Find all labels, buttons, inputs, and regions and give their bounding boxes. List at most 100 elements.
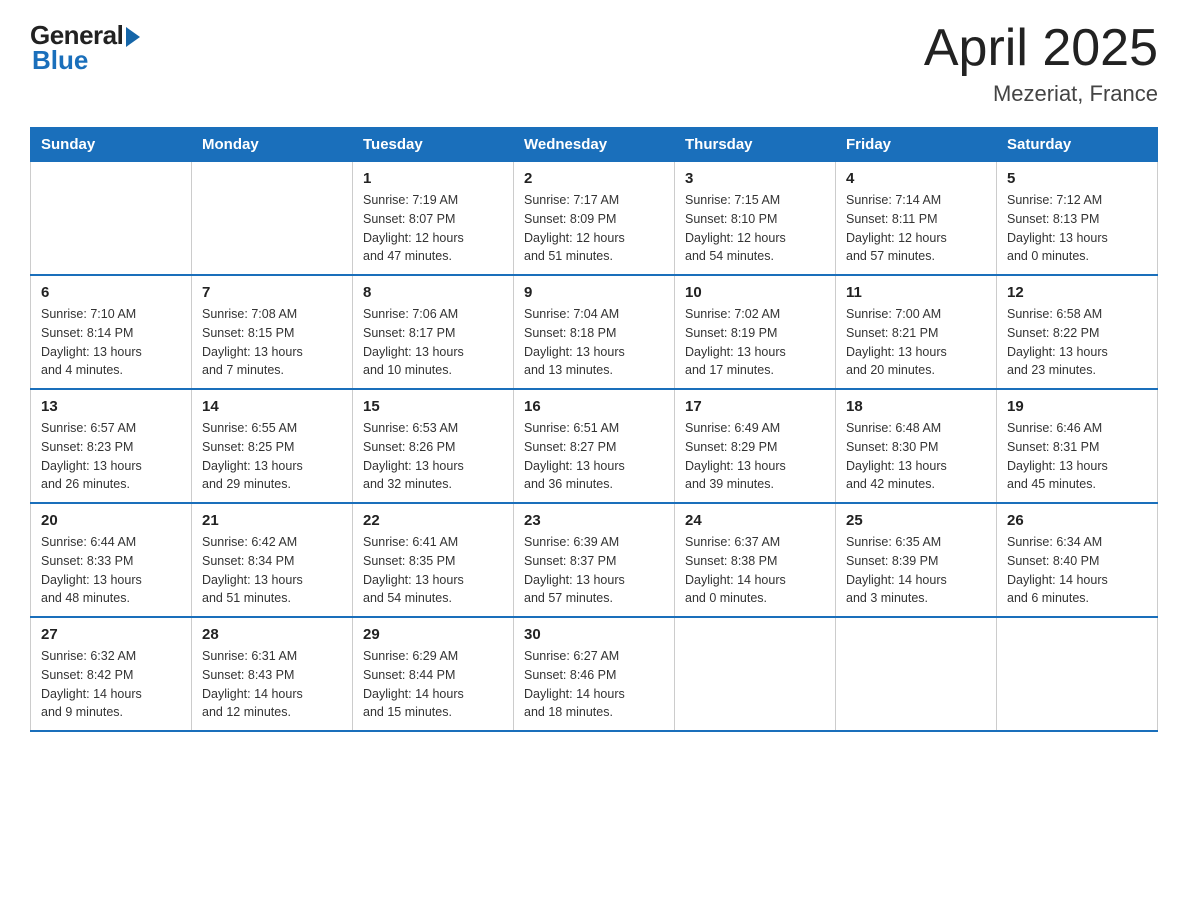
day-info: Sunrise: 7:00 AM Sunset: 8:21 PM Dayligh…	[846, 305, 986, 380]
day-info: Sunrise: 6:37 AM Sunset: 8:38 PM Dayligh…	[685, 533, 825, 608]
calendar-week-row: 20 Sunrise: 6:44 AM Sunset: 8:33 PM Dayli…	[31, 503, 1158, 617]
day-number: 28	[202, 626, 342, 643]
day-info: Sunrise: 7:08 AM Sunset: 8:15 PM Dayligh…	[202, 305, 342, 380]
calendar-week-row: 27 Sunrise: 6:32 AM Sunset: 8:42 PM Dayli…	[31, 617, 1158, 731]
calendar-cell: 19 Sunrise: 6:46 AM Sunset: 8:31 PM Dayli…	[997, 389, 1158, 503]
day-info: Sunrise: 6:57 AM Sunset: 8:23 PM Dayligh…	[41, 419, 181, 494]
day-info: Sunrise: 6:42 AM Sunset: 8:34 PM Dayligh…	[202, 533, 342, 608]
calendar-cell: 8 Sunrise: 7:06 AM Sunset: 8:17 PM Daylig…	[353, 275, 514, 389]
calendar-cell: 25 Sunrise: 6:35 AM Sunset: 8:39 PM Dayli…	[836, 503, 997, 617]
day-info: Sunrise: 6:32 AM Sunset: 8:42 PM Dayligh…	[41, 647, 181, 722]
day-info: Sunrise: 6:34 AM Sunset: 8:40 PM Dayligh…	[1007, 533, 1147, 608]
day-info: Sunrise: 6:48 AM Sunset: 8:30 PM Dayligh…	[846, 419, 986, 494]
calendar-cell: 24 Sunrise: 6:37 AM Sunset: 8:38 PM Dayli…	[675, 503, 836, 617]
title-block: April 2025 Mezeriat, France	[924, 20, 1158, 107]
logo: General Blue	[30, 20, 140, 76]
calendar-cell: 26 Sunrise: 6:34 AM Sunset: 8:40 PM Dayli…	[997, 503, 1158, 617]
day-info: Sunrise: 7:19 AM Sunset: 8:07 PM Dayligh…	[363, 191, 503, 266]
day-info: Sunrise: 7:06 AM Sunset: 8:17 PM Dayligh…	[363, 305, 503, 380]
calendar-cell: 28 Sunrise: 6:31 AM Sunset: 8:43 PM Dayli…	[192, 617, 353, 731]
day-number: 13	[41, 398, 181, 415]
day-number: 19	[1007, 398, 1147, 415]
day-info: Sunrise: 6:29 AM Sunset: 8:44 PM Dayligh…	[363, 647, 503, 722]
calendar-cell: 23 Sunrise: 6:39 AM Sunset: 8:37 PM Dayli…	[514, 503, 675, 617]
calendar-week-row: 13 Sunrise: 6:57 AM Sunset: 8:23 PM Dayli…	[31, 389, 1158, 503]
day-number: 30	[524, 626, 664, 643]
calendar-cell: 27 Sunrise: 6:32 AM Sunset: 8:42 PM Dayli…	[31, 617, 192, 731]
day-of-week-header: Thursday	[675, 128, 836, 162]
day-number: 16	[524, 398, 664, 415]
day-info: Sunrise: 6:31 AM Sunset: 8:43 PM Dayligh…	[202, 647, 342, 722]
calendar-cell: 6Sunrise: 7:10 AM Sunset: 8:14 PM Daylig…	[31, 275, 192, 389]
day-number: 21	[202, 512, 342, 529]
calendar-cell: 18 Sunrise: 6:48 AM Sunset: 8:30 PM Dayli…	[836, 389, 997, 503]
day-info: Sunrise: 6:51 AM Sunset: 8:27 PM Dayligh…	[524, 419, 664, 494]
calendar-cell: 10Sunrise: 7:02 AM Sunset: 8:19 PM Dayli…	[675, 275, 836, 389]
calendar-cell: 22 Sunrise: 6:41 AM Sunset: 8:35 PM Dayli…	[353, 503, 514, 617]
calendar-cell: 2Sunrise: 7:17 AM Sunset: 8:09 PM Daylig…	[514, 162, 675, 276]
day-info: Sunrise: 6:58 AM Sunset: 8:22 PM Dayligh…	[1007, 305, 1147, 380]
calendar-cell: 21 Sunrise: 6:42 AM Sunset: 8:34 PM Dayli…	[192, 503, 353, 617]
calendar-week-row: 1 Sunrise: 7:19 AM Sunset: 8:07 PM Daylig…	[31, 162, 1158, 276]
day-number: 14	[202, 398, 342, 415]
day-number: 20	[41, 512, 181, 529]
day-info: Sunrise: 7:15 AM Sunset: 8:10 PM Dayligh…	[685, 191, 825, 266]
day-info: Sunrise: 6:41 AM Sunset: 8:35 PM Dayligh…	[363, 533, 503, 608]
day-number: 29	[363, 626, 503, 643]
calendar-cell: 11 Sunrise: 7:00 AM Sunset: 8:21 PM Dayli…	[836, 275, 997, 389]
calendar-cell: 4Sunrise: 7:14 AM Sunset: 8:11 PM Daylig…	[836, 162, 997, 276]
day-info: Sunrise: 6:44 AM Sunset: 8:33 PM Dayligh…	[41, 533, 181, 608]
day-number: 17	[685, 398, 825, 415]
day-number: 7	[202, 284, 342, 301]
calendar-cell: 1 Sunrise: 7:19 AM Sunset: 8:07 PM Daylig…	[353, 162, 514, 276]
calendar-cell: 9 Sunrise: 7:04 AM Sunset: 8:18 PM Daylig…	[514, 275, 675, 389]
calendar-cell: 5Sunrise: 7:12 AM Sunset: 8:13 PM Daylig…	[997, 162, 1158, 276]
day-info: Sunrise: 7:12 AM Sunset: 8:13 PM Dayligh…	[1007, 191, 1147, 266]
calendar-title: April 2025	[924, 20, 1158, 77]
day-number: 18	[846, 398, 986, 415]
page-header: General Blue April 2025 Mezeriat, France	[30, 20, 1158, 107]
day-info: Sunrise: 6:53 AM Sunset: 8:26 PM Dayligh…	[363, 419, 503, 494]
day-number: 26	[1007, 512, 1147, 529]
day-number: 22	[363, 512, 503, 529]
calendar-cell: 20 Sunrise: 6:44 AM Sunset: 8:33 PM Dayli…	[31, 503, 192, 617]
day-number: 3	[685, 170, 825, 187]
logo-arrow-icon	[126, 27, 140, 47]
day-number: 8	[363, 284, 503, 301]
day-info: Sunrise: 6:35 AM Sunset: 8:39 PM Dayligh…	[846, 533, 986, 608]
calendar-cell: 14Sunrise: 6:55 AM Sunset: 8:25 PM Dayli…	[192, 389, 353, 503]
calendar-cell	[675, 617, 836, 731]
calendar-cell	[997, 617, 1158, 731]
day-of-week-header: Monday	[192, 128, 353, 162]
day-info: Sunrise: 7:04 AM Sunset: 8:18 PM Dayligh…	[524, 305, 664, 380]
day-info: Sunrise: 7:02 AM Sunset: 8:19 PM Dayligh…	[685, 305, 825, 380]
calendar-table: SundayMondayTuesdayWednesdayThursdayFrid…	[30, 127, 1158, 732]
calendar-cell	[192, 162, 353, 276]
day-of-week-header: Wednesday	[514, 128, 675, 162]
calendar-week-row: 6Sunrise: 7:10 AM Sunset: 8:14 PM Daylig…	[31, 275, 1158, 389]
day-number: 1	[363, 170, 503, 187]
day-number: 11	[846, 284, 986, 301]
day-info: Sunrise: 7:14 AM Sunset: 8:11 PM Dayligh…	[846, 191, 986, 266]
calendar-cell: 15 Sunrise: 6:53 AM Sunset: 8:26 PM Dayli…	[353, 389, 514, 503]
day-number: 15	[363, 398, 503, 415]
calendar-header-row: SundayMondayTuesdayWednesdayThursdayFrid…	[31, 128, 1158, 162]
day-info: Sunrise: 6:49 AM Sunset: 8:29 PM Dayligh…	[685, 419, 825, 494]
day-of-week-header: Saturday	[997, 128, 1158, 162]
day-info: Sunrise: 6:46 AM Sunset: 8:31 PM Dayligh…	[1007, 419, 1147, 494]
calendar-cell: 7 Sunrise: 7:08 AM Sunset: 8:15 PM Daylig…	[192, 275, 353, 389]
day-info: Sunrise: 6:39 AM Sunset: 8:37 PM Dayligh…	[524, 533, 664, 608]
day-of-week-header: Friday	[836, 128, 997, 162]
day-info: Sunrise: 7:10 AM Sunset: 8:14 PM Dayligh…	[41, 305, 181, 380]
day-info: Sunrise: 6:27 AM Sunset: 8:46 PM Dayligh…	[524, 647, 664, 722]
calendar-subtitle: Mezeriat, France	[924, 81, 1158, 107]
day-number: 9	[524, 284, 664, 301]
day-number: 24	[685, 512, 825, 529]
calendar-cell: 30 Sunrise: 6:27 AM Sunset: 8:46 PM Dayli…	[514, 617, 675, 731]
day-number: 25	[846, 512, 986, 529]
calendar-cell: 17 Sunrise: 6:49 AM Sunset: 8:29 PM Dayli…	[675, 389, 836, 503]
day-number: 27	[41, 626, 181, 643]
calendar-cell: 12Sunrise: 6:58 AM Sunset: 8:22 PM Dayli…	[997, 275, 1158, 389]
calendar-cell: 13 Sunrise: 6:57 AM Sunset: 8:23 PM Dayli…	[31, 389, 192, 503]
day-number: 23	[524, 512, 664, 529]
